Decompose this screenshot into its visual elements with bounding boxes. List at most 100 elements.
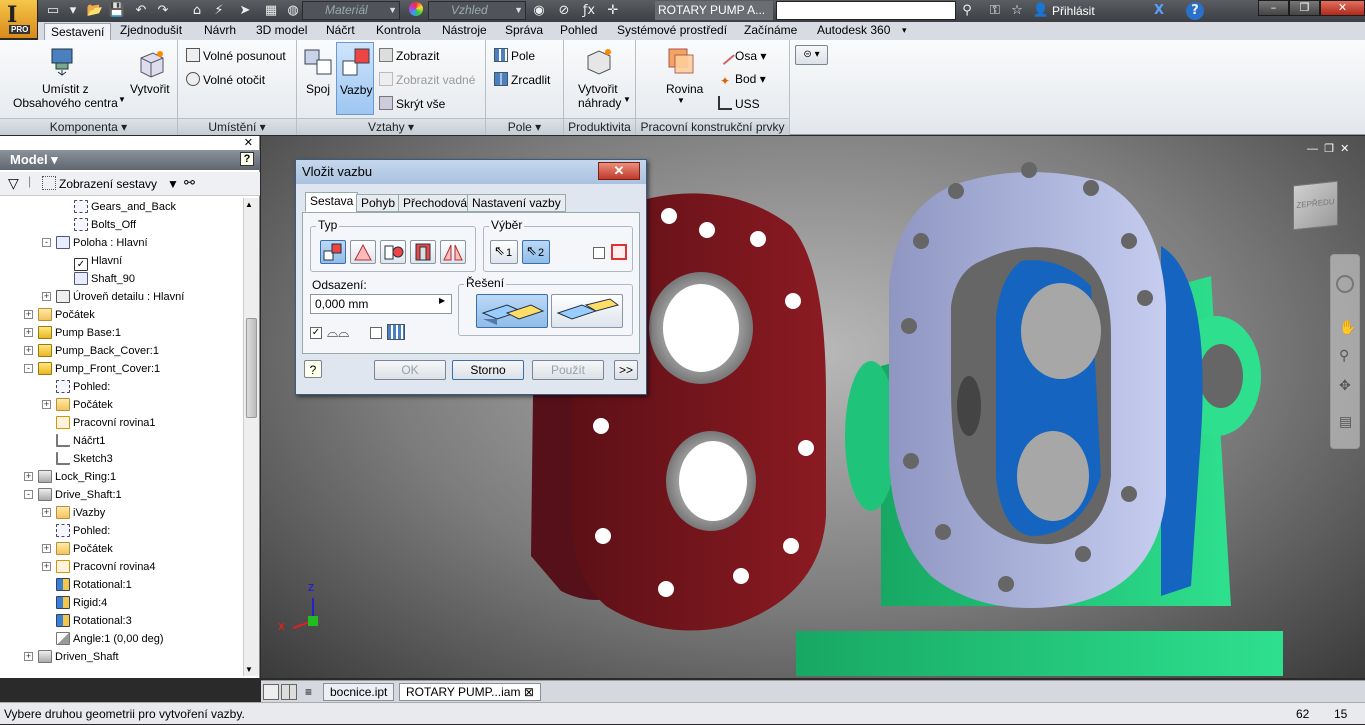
viewcube[interactable]: ZEPŘEDU [1293, 180, 1338, 231]
tree-node[interactable]: ✓ Hlavní [74, 252, 122, 271]
place-from-content-center-label-2[interactable]: Obsahového centra [13, 96, 118, 110]
substitute-button[interactable]: Vytvořit [578, 82, 618, 96]
undo-icon[interactable]: ↶ [132, 2, 150, 20]
tab-pohled[interactable]: Pohled [554, 22, 603, 40]
tree-node[interactable]: Angle:1 (0,00 deg) [56, 630, 164, 648]
free-rotate-button[interactable]: Volné otočit [186, 72, 265, 87]
user-icon[interactable]: 👤 [1032, 2, 1050, 20]
ok-button[interactable]: OK [374, 360, 446, 380]
tab-3d-model[interactable]: 3D model [250, 22, 313, 40]
tree-expander[interactable]: + [42, 400, 51, 409]
update-icon[interactable]: ⚡ [210, 2, 228, 20]
tree-node[interactable]: Pohled: [56, 522, 110, 540]
dialog-close-button[interactable]: ✕ [598, 162, 640, 180]
tab-nacrt[interactable]: Náčrt [320, 22, 361, 40]
tree-expander[interactable]: - [42, 238, 51, 247]
work-point-button[interactable]: ✦ Bod ▾ [718, 72, 766, 88]
preview-checkbox[interactable]: ✓ [310, 327, 322, 339]
zoom-icon[interactable]: ⚲ [1339, 347, 1349, 364]
ucs-button[interactable]: USS [718, 96, 760, 111]
new-dropdown-icon[interactable]: ▾ [64, 2, 82, 20]
close-button[interactable]: ✕ [1320, 0, 1365, 16]
substitute-button-2[interactable]: náhrady [578, 96, 621, 110]
tree-node[interactable]: Počátek [56, 396, 113, 414]
tree-node[interactable]: Pump Base:1 [38, 324, 121, 342]
mirror-button[interactable]: Zrcadlit [494, 72, 550, 87]
tree-node[interactable]: Pump_Back_Cover:1 [38, 342, 159, 360]
browser-close-icon[interactable]: ✕ [244, 136, 253, 149]
help-icon[interactable]: ? [1186, 2, 1204, 20]
doc-list-icon[interactable]: ≡ [305, 685, 312, 699]
select-second-button[interactable]: ⇖ 2 [522, 240, 550, 264]
panel-title-komponenta[interactable]: Komponenta ▾ [0, 118, 177, 135]
tree-node[interactable]: Rotational:1 [56, 576, 132, 594]
tab-zjednodusit[interactable]: Zjednodušit [114, 22, 188, 40]
tree-node[interactable]: Shaft_90 [74, 270, 135, 288]
tab-sestaveni[interactable]: Sestavení [44, 23, 112, 41]
filter-icon[interactable]: ▽ [8, 175, 19, 192]
tree-node[interactable]: Rotational:3 [56, 612, 132, 630]
tree-expander[interactable]: - [24, 364, 33, 373]
tab-nastroje[interactable]: Nástroje [436, 22, 493, 40]
tab-kontrola[interactable]: Kontrola [370, 22, 427, 40]
tab-navrh[interactable]: Návrh [198, 22, 242, 40]
adjust-icon[interactable]: ◉ [530, 2, 548, 20]
tab-prechodova[interactable]: Přechodová [398, 194, 473, 212]
joint-button[interactable]: Spoj [306, 82, 330, 96]
browser-scrollbar[interactable]: ▲ ▼ [243, 198, 259, 676]
tree-node[interactable]: Lock_Ring:1 [38, 468, 116, 486]
tree-expander[interactable]: + [24, 346, 33, 355]
plus-icon[interactable]: ✛ [604, 2, 622, 20]
subscription-icon[interactable]: ⚿ [986, 2, 1004, 20]
tab-nastaveni-vazby[interactable]: Nastavení vazby [467, 194, 566, 212]
free-move-button[interactable]: Volné posunout [186, 48, 286, 63]
tangent-constraint-button[interactable] [380, 240, 406, 264]
tree-node[interactable]: Pohled: [56, 378, 110, 396]
tree-expander[interactable]: + [24, 310, 33, 319]
binoculars-icon[interactable]: ⚲ [958, 2, 976, 20]
tab-pohyb[interactable]: Pohyb [356, 194, 401, 212]
home-icon[interactable]: ⌂ [188, 2, 206, 20]
browser-help-icon[interactable]: ? [240, 152, 254, 166]
scroll-down-icon[interactable]: ▼ [245, 665, 253, 674]
tree-node[interactable]: Driven_Shaft [38, 648, 119, 666]
favorite-icon[interactable]: ☆ [1008, 2, 1026, 20]
tree-node[interactable]: Sketch3 [56, 450, 113, 468]
place-dropdown-icon[interactable]: ▼ [118, 95, 126, 104]
offset-input[interactable]: 0,000 mm [310, 294, 452, 314]
minimize-button[interactable]: – [1258, 0, 1289, 16]
scroll-up-icon[interactable]: ▲ [245, 200, 253, 209]
doc-tab-bocnice[interactable]: bocnice.ipt [323, 683, 395, 701]
find-icon[interactable]: ⚯ [184, 175, 195, 191]
select-icon[interactable]: ➤ [236, 2, 254, 20]
substitute-dropdown-icon[interactable]: ▼ [623, 95, 631, 104]
doc-tab-rotary-pump[interactable]: ROTARY PUMP...iam ⊠ [399, 683, 541, 701]
steering-wheel-icon[interactable] [1336, 275, 1354, 293]
look-at-icon[interactable]: ▤ [1339, 413, 1352, 430]
tree-expander[interactable]: + [42, 508, 51, 517]
tree-node[interactable]: Pump_Front_Cover:1 [38, 360, 160, 378]
fx-icon[interactable]: ƒx [580, 2, 598, 20]
show-button[interactable]: Zobrazit [379, 48, 439, 63]
predict-offset-checkbox[interactable] [370, 327, 382, 339]
color-icon[interactable]: ▦ [262, 2, 280, 20]
open-icon[interactable]: 📂 [86, 2, 104, 20]
place-from-content-center-label[interactable]: Umístit z [42, 82, 89, 96]
maximize-button[interactable]: ❐ [1289, 0, 1320, 16]
work-plane-button[interactable]: Rovina [666, 82, 703, 96]
scroll-thumb[interactable] [246, 318, 257, 418]
tree-node[interactable]: Gears_and_Back [74, 198, 176, 216]
login-link[interactable]: Přihlásit [1052, 4, 1095, 18]
cascade-windows-icon[interactable] [281, 684, 297, 700]
offset-arrow-icon[interactable]: ▶ [439, 296, 445, 305]
constraints-button[interactable]: Vazby [336, 42, 374, 115]
tree-expander[interactable]: + [42, 292, 51, 301]
tree-node[interactable]: iVazby [56, 504, 105, 522]
viewport-window-controls[interactable]: — ❐ ✕ [1307, 142, 1349, 155]
work-axis-button[interactable]: Osa ▾ [715, 45, 766, 65]
show-sick-button[interactable]: Zobrazit vadné [379, 72, 475, 87]
tree-expander[interactable]: - [24, 490, 33, 499]
search-input[interactable] [776, 1, 956, 20]
panel-title-pole[interactable]: Pole ▾ [486, 118, 563, 135]
exchange-icon[interactable]: X [1150, 2, 1168, 20]
